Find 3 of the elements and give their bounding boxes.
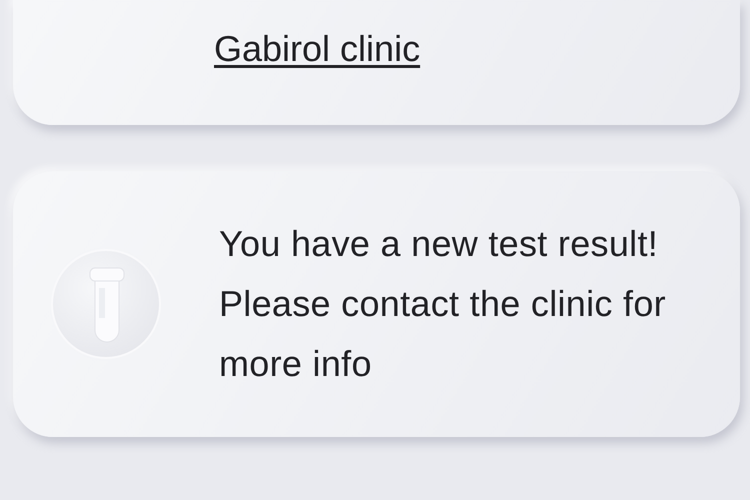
clinic-link[interactable]: Gabirol clinic [214, 28, 420, 69]
notification-message: You have a new test result! Please contact the clinic for more info [218, 222, 667, 386]
test-tube-icon [50, 248, 162, 360]
